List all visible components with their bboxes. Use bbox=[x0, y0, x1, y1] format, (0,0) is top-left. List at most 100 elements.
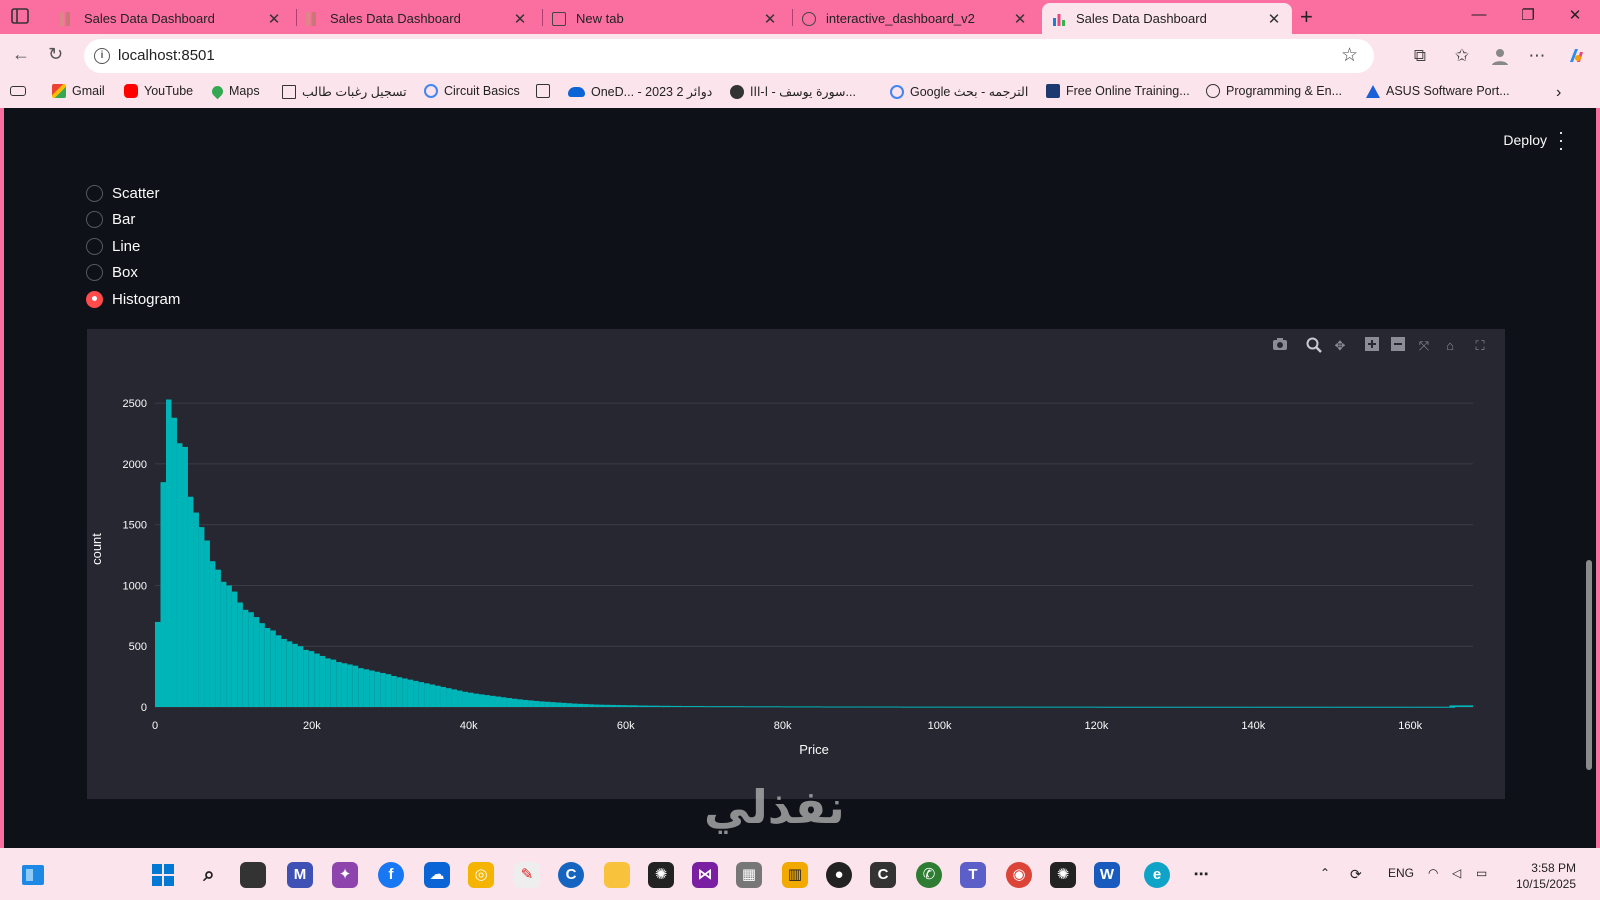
more-menu-icon[interactable]: ⋯ bbox=[1527, 46, 1547, 66]
bookmark-free-online-training[interactable]: Free Online Training... bbox=[1046, 84, 1190, 98]
edge-browser-icon[interactable]: e bbox=[1144, 862, 1170, 888]
page-scrollbar[interactable] bbox=[1586, 560, 1592, 770]
close-window-icon[interactable]: ✕ bbox=[1565, 6, 1585, 24]
restore-window-icon[interactable]: ❐ bbox=[1518, 6, 1538, 24]
teams-icon[interactable]: T bbox=[960, 862, 986, 888]
bookmark-google-translate[interactable]: Google الترجمه - بحث bbox=[890, 84, 1028, 99]
radio-button-circle[interactable] bbox=[86, 184, 103, 202]
extensions-puzzle-icon[interactable]: ⧉ bbox=[1410, 46, 1430, 66]
close-tab-icon[interactable]: ✕ bbox=[512, 10, 528, 28]
terminal-c-icon[interactable]: C bbox=[870, 862, 896, 888]
browser-tab[interactable]: Sales Data Dashboard ✕ bbox=[296, 3, 538, 34]
back-arrow-icon[interactable]: ← bbox=[12, 44, 30, 65]
file-explorer-icon[interactable] bbox=[604, 862, 630, 888]
zoom-out-icon[interactable] bbox=[1389, 337, 1407, 355]
reset-axes-home-icon[interactable]: ⌂ bbox=[1441, 337, 1459, 355]
github-icon[interactable]: ● bbox=[826, 862, 852, 888]
reload-icon[interactable]: ↻ bbox=[48, 44, 63, 65]
c-app-icon[interactable]: C bbox=[558, 862, 584, 888]
bookmark-circuit-basics[interactable]: Circuit Basics bbox=[424, 84, 520, 98]
browser-tab[interactable]: New tab ✕ bbox=[542, 3, 788, 34]
bookmark-star-icon[interactable]: ☆ bbox=[1341, 44, 1358, 67]
radio-button-circle[interactable] bbox=[86, 264, 103, 282]
m365-icon[interactable]: M bbox=[287, 862, 313, 888]
browser-tab-active[interactable]: Sales Data Dashboard ✕ bbox=[1042, 3, 1292, 34]
radio-button-circle[interactable] bbox=[86, 290, 103, 308]
chrome-icon[interactable]: ◉ bbox=[1006, 862, 1032, 888]
address-bar[interactable]: i localhost:8501 ☆ bbox=[84, 39, 1374, 73]
bookmark-calendar[interactable] bbox=[536, 84, 556, 98]
widgets-icon[interactable] bbox=[20, 862, 46, 888]
tray-chevron-up-icon[interactable]: ⌃ bbox=[1320, 866, 1330, 880]
bookmark-maps[interactable]: Maps bbox=[209, 83, 260, 99]
radio-button-circle[interactable] bbox=[86, 237, 103, 255]
calculator-icon[interactable]: ▦ bbox=[736, 862, 762, 888]
radio-option-histogram[interactable]: Histogram bbox=[86, 286, 180, 313]
whatsapp-icon[interactable]: ✆ bbox=[916, 862, 942, 888]
bookmark-asus-software[interactable]: ASUS Software Port... bbox=[1366, 84, 1510, 98]
x-tick-label: 140k bbox=[1241, 720, 1265, 732]
bookmark-onedrive[interactable]: OneD... - 2023 دوائر 2 bbox=[568, 84, 712, 99]
profile-avatar-icon[interactable] bbox=[1490, 46, 1510, 66]
histogram-bar bbox=[522, 699, 529, 707]
y-tick-label: 1500 bbox=[123, 520, 147, 532]
visual-studio-icon[interactable]: ⋈ bbox=[692, 862, 718, 888]
task-view-icon[interactable] bbox=[240, 862, 266, 888]
fullscreen-icon[interactable]: ⛶ bbox=[1471, 337, 1489, 355]
google-icon bbox=[424, 84, 438, 98]
bookmarks-overflow-chevron-icon[interactable]: › bbox=[1556, 84, 1561, 102]
norton-icon[interactable]: ◎ bbox=[468, 862, 494, 888]
onedrive-icon[interactable]: ☁ bbox=[424, 862, 450, 888]
camera-download-icon[interactable] bbox=[1271, 337, 1289, 355]
tab-actions-menu-button[interactable] bbox=[10, 7, 32, 27]
close-tab-icon[interactable]: ✕ bbox=[762, 10, 778, 28]
favorites-icon[interactable]: ✩ bbox=[1452, 46, 1472, 66]
site-info-icon[interactable]: i bbox=[94, 48, 110, 64]
radio-button-circle[interactable] bbox=[86, 211, 103, 229]
autoscale-icon[interactable]: ⤧ bbox=[1415, 337, 1433, 355]
bookmarks-menu-icon[interactable] bbox=[10, 84, 32, 96]
word-icon[interactable]: W bbox=[1094, 862, 1120, 888]
copilot-app-icon[interactable]: ✦ bbox=[332, 862, 358, 888]
close-tab-icon[interactable]: ✕ bbox=[1012, 10, 1028, 28]
bookmark-student-registration[interactable]: تسجيل رغبات طالب bbox=[282, 84, 407, 99]
histogram-bar bbox=[429, 684, 436, 707]
radio-option-box[interactable]: Box bbox=[86, 260, 180, 287]
bookmark-programming[interactable]: Programming & En... bbox=[1206, 84, 1342, 98]
bookmark-gmail[interactable]: Gmail bbox=[52, 84, 105, 98]
copilot-icon[interactable] bbox=[1566, 46, 1586, 66]
facebook-icon[interactable]: f bbox=[378, 862, 404, 888]
bookmark-youtube[interactable]: YouTube bbox=[124, 84, 193, 98]
volume-icon[interactable]: ◁ bbox=[1452, 866, 1461, 880]
radio-option-line[interactable]: Line bbox=[86, 233, 180, 260]
close-tab-icon[interactable]: ✕ bbox=[1266, 10, 1282, 28]
chatgpt-alt-icon[interactable]: ✺ bbox=[1050, 862, 1076, 888]
paint-icon[interactable]: ✎ bbox=[514, 862, 540, 888]
language-indicator[interactable]: ENG bbox=[1388, 866, 1414, 880]
deploy-button[interactable]: Deploy bbox=[1503, 132, 1547, 148]
histogram-bar bbox=[621, 705, 628, 707]
main-menu-kebab-icon[interactable]: · · · bbox=[1556, 123, 1566, 157]
taskbar-overflow-icon[interactable]: ⋯ bbox=[1188, 862, 1214, 888]
radio-option-scatter[interactable]: Scatter bbox=[86, 180, 180, 207]
battery-icon[interactable]: ▭ bbox=[1476, 866, 1487, 880]
browser-tab[interactable]: Sales Data Dashboard ✕ bbox=[50, 3, 292, 34]
app-yellow-icon[interactable]: ▥ bbox=[782, 862, 808, 888]
close-tab-icon[interactable]: ✕ bbox=[266, 10, 282, 28]
new-tab-plus-icon[interactable]: + bbox=[1300, 4, 1313, 30]
zoom-in-icon[interactable] bbox=[1363, 337, 1381, 355]
wifi-icon[interactable]: ◠ bbox=[1428, 866, 1438, 880]
windows-start-icon[interactable] bbox=[150, 862, 176, 888]
zoom-magnifier-icon[interactable] bbox=[1305, 337, 1323, 355]
histogram-bar bbox=[435, 685, 441, 707]
bookmark-surah-yusuf[interactable]: سورة يوسف - ا-ااا... bbox=[730, 84, 856, 99]
sync-icon[interactable]: ⟳ bbox=[1350, 866, 1362, 883]
url-text[interactable]: localhost:8501 bbox=[118, 47, 215, 64]
radio-option-bar[interactable]: Bar bbox=[86, 207, 180, 234]
pan-move-icon[interactable]: ✥ bbox=[1331, 337, 1349, 355]
chatgpt-icon[interactable]: ✺ bbox=[648, 862, 674, 888]
minimize-window-icon[interactable]: — bbox=[1469, 6, 1489, 23]
system-clock[interactable]: 3:58 PM 10/15/2025 bbox=[1516, 860, 1576, 892]
search-icon[interactable]: ⌕ bbox=[196, 862, 222, 888]
browser-tab[interactable]: interactive_dashboard_v2 ✕ bbox=[792, 3, 1038, 34]
